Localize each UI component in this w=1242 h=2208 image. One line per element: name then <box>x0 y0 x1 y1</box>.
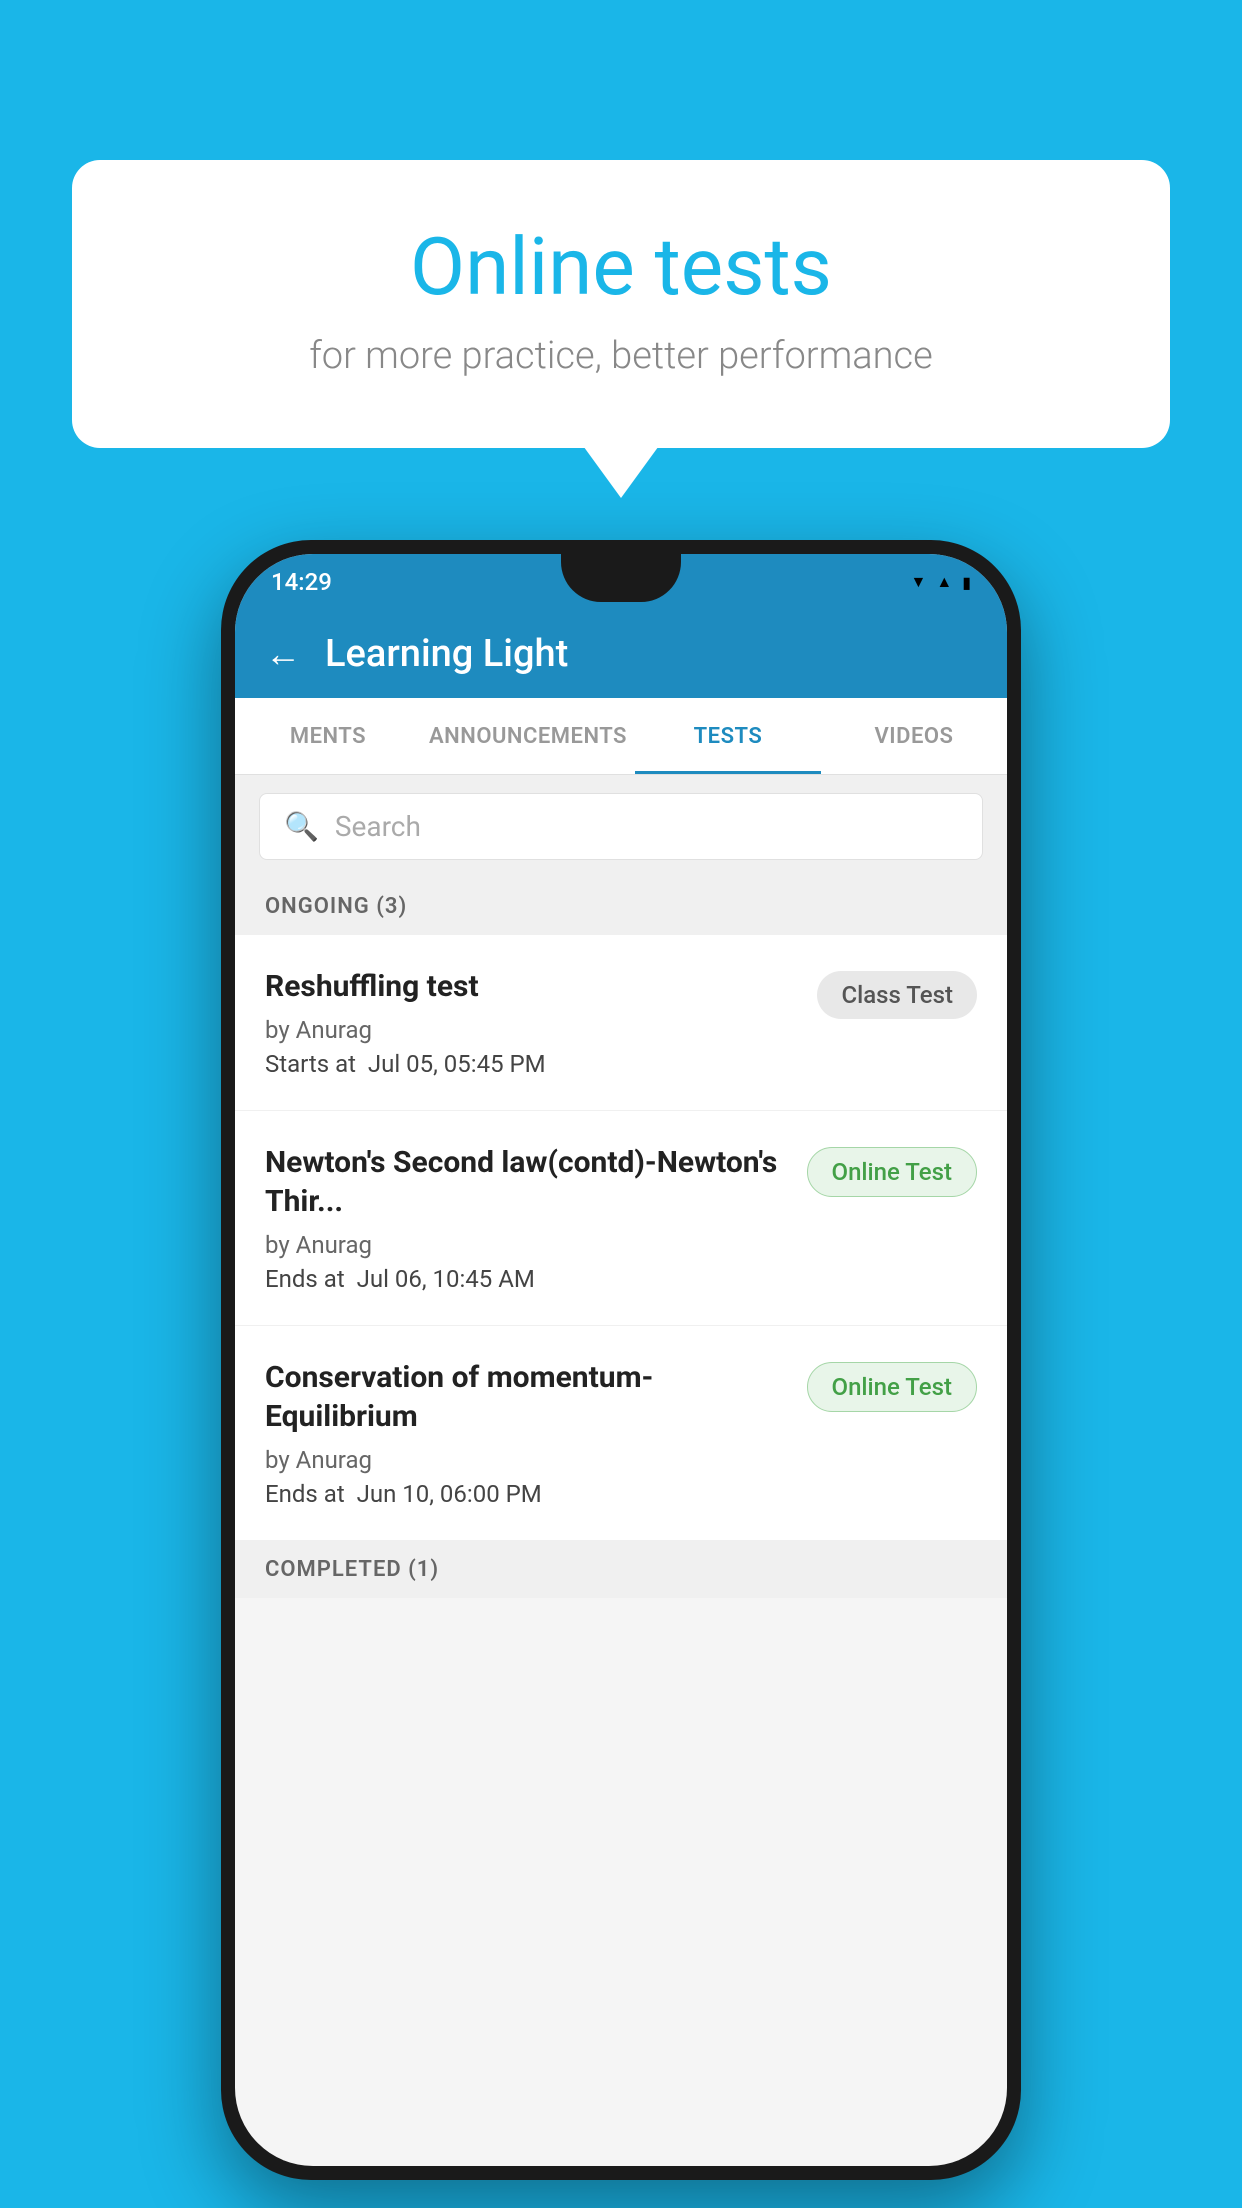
tab-ments[interactable]: MENTS <box>235 698 421 774</box>
test-date-1: Starts at Jul 05, 05:45 PM <box>265 1050 801 1078</box>
test-info-3: Conservation of momentum-Equilibrium by … <box>265 1358 791 1508</box>
bubble-title: Online tests <box>152 220 1090 314</box>
test-item-2[interactable]: Newton's Second law(contd)-Newton's Thir… <box>235 1111 1007 1326</box>
test-badge-1: Class Test <box>817 971 977 1019</box>
phone-notch <box>561 554 681 602</box>
completed-section-header: COMPLETED (1) <box>235 1541 1007 1598</box>
wifi-icon: ▼ <box>911 572 927 592</box>
tab-videos[interactable]: VIDEOS <box>821 698 1007 774</box>
test-author-1: by Anurag <box>265 1016 801 1044</box>
search-input[interactable]: Search <box>335 810 421 843</box>
tabs-container: MENTS ANNOUNCEMENTS TESTS VIDEOS <box>235 698 1007 775</box>
test-item-1[interactable]: Reshuffling test by Anurag Starts at Jul… <box>235 935 1007 1111</box>
test-date-label-2: Ends at <box>265 1265 345 1293</box>
tab-announcements[interactable]: ANNOUNCEMENTS <box>421 698 635 774</box>
test-author-3: by Anurag <box>265 1446 791 1474</box>
phone-device: 14:29 ▼ ▲ ▮ ← Learning Light MENTS ANNOU… <box>221 540 1021 2180</box>
search-bar[interactable]: 🔍 Search <box>259 793 983 860</box>
app-title: Learning Light <box>325 632 568 676</box>
test-date-value-3: Jun 10, 06:00 PM <box>357 1480 542 1508</box>
test-date-value-1: Jul 05, 05:45 PM <box>368 1050 546 1078</box>
battery-icon: ▮ <box>962 573 971 592</box>
test-badge-2: Online Test <box>807 1147 977 1197</box>
test-item-3[interactable]: Conservation of momentum-Equilibrium by … <box>235 1326 1007 1541</box>
test-date-2: Ends at Jul 06, 10:45 AM <box>265 1265 791 1293</box>
test-info-1: Reshuffling test by Anurag Starts at Jul… <box>265 967 801 1078</box>
status-icons: ▼ ▲ ▮ <box>911 572 972 592</box>
phone-screen: 14:29 ▼ ▲ ▮ ← Learning Light MENTS ANNOU… <box>235 554 1007 2166</box>
test-author-2: by Anurag <box>265 1231 791 1259</box>
search-icon: 🔍 <box>284 810 319 843</box>
test-date-3: Ends at Jun 10, 06:00 PM <box>265 1480 791 1508</box>
ongoing-section-header: ONGOING (3) <box>235 878 1007 935</box>
status-bar: 14:29 ▼ ▲ ▮ <box>235 554 1007 610</box>
search-container: 🔍 Search <box>235 775 1007 878</box>
speech-bubble: Online tests for more practice, better p… <box>72 160 1170 448</box>
test-name-2: Newton's Second law(contd)-Newton's Thir… <box>265 1143 791 1221</box>
test-badge-3: Online Test <box>807 1362 977 1412</box>
test-date-label-1: Starts at <box>265 1050 356 1078</box>
signal-icon: ▲ <box>936 572 952 592</box>
back-button[interactable]: ← <box>265 633 301 675</box>
status-time: 14:29 <box>271 568 332 596</box>
test-info-2: Newton's Second law(contd)-Newton's Thir… <box>265 1143 791 1293</box>
test-name-3: Conservation of momentum-Equilibrium <box>265 1358 791 1436</box>
test-list: Reshuffling test by Anurag Starts at Jul… <box>235 935 1007 1541</box>
bubble-subtitle: for more practice, better performance <box>152 334 1090 378</box>
app-header: ← Learning Light <box>235 610 1007 698</box>
test-date-value-2: Jul 06, 10:45 AM <box>357 1265 535 1293</box>
test-name-1: Reshuffling test <box>265 967 801 1006</box>
test-date-label-3: Ends at <box>265 1480 345 1508</box>
tab-tests[interactable]: TESTS <box>635 698 821 774</box>
